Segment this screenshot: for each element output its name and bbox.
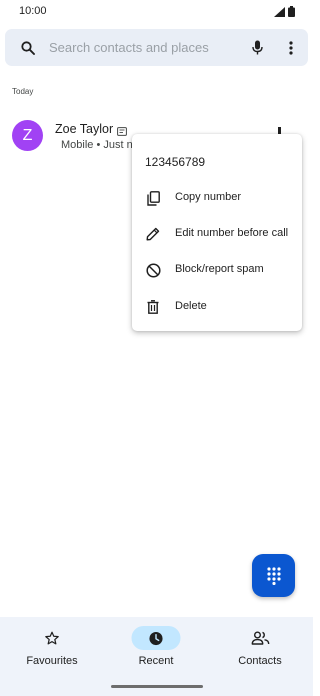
status-bar: 10:00	[0, 0, 313, 24]
trash-icon	[145, 299, 161, 315]
contact-name: Zoe Taylor	[55, 122, 114, 136]
context-menu: 123456789 Copy number Edit number before…	[132, 134, 302, 331]
tab-label: Recent	[138, 655, 174, 667]
people-icon	[236, 626, 285, 650]
dialpad-button[interactable]	[252, 554, 295, 597]
dialpad-icon	[266, 566, 281, 585]
menu-item-label: Delete	[175, 300, 207, 312]
search-bar[interactable]: Search contacts and places	[5, 29, 308, 66]
menu-item-label: Copy number	[175, 191, 242, 203]
pencil-icon	[145, 226, 161, 242]
microphone-icon[interactable]	[249, 29, 265, 66]
menu-item-block-report-spam[interactable]: Block/report spam	[132, 254, 302, 286]
clock-icon	[131, 626, 181, 650]
battery-icon	[288, 6, 295, 17]
menu-item-delete[interactable]: Delete	[132, 291, 302, 323]
menu-item-edit-number[interactable]: Edit number before call	[132, 218, 302, 250]
menu-item-copy-number[interactable]: Copy number	[132, 182, 302, 214]
avatar-letter: Z	[22, 126, 33, 144]
tab-recent[interactable]: Recent	[104, 617, 208, 677]
menu-item-label: Block/report spam	[175, 263, 264, 275]
status-time: 10:00	[19, 5, 47, 17]
search-icon[interactable]	[20, 29, 36, 66]
more-options-icon[interactable]	[285, 29, 297, 66]
star-icon	[28, 626, 77, 650]
avatar[interactable]: Z	[12, 120, 43, 151]
section-label-today: Today	[12, 87, 34, 96]
tab-contacts[interactable]: Contacts	[208, 617, 312, 677]
call-meta-text: Mobile • Just now	[61, 139, 134, 151]
menu-phone-number: 123456789	[145, 155, 206, 169]
search-input[interactable]: Search contacts and places	[49, 40, 209, 55]
copy-icon	[145, 190, 161, 206]
signal-icon	[274, 6, 285, 17]
block-icon	[145, 262, 161, 278]
status-icons	[274, 6, 295, 17]
menu-item-label: Edit number before call	[175, 227, 289, 239]
tab-label: Contacts	[238, 655, 282, 667]
call-meta: Mobile • Just now	[56, 139, 134, 151]
tab-label: Favourites	[26, 655, 78, 667]
home-indicator[interactable]	[111, 685, 203, 688]
tab-favourites[interactable]: Favourites	[0, 617, 104, 677]
